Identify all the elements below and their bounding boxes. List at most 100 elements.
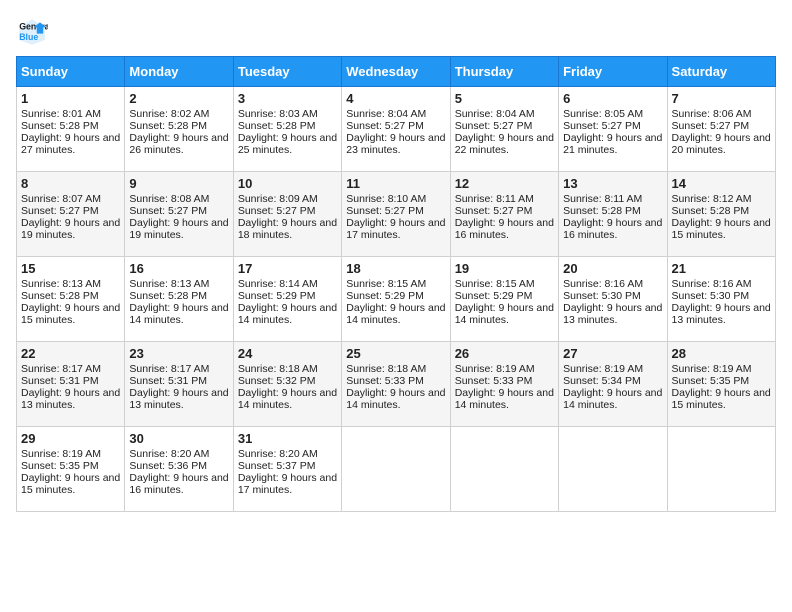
day-number: 5 xyxy=(455,91,554,106)
calendar-cell: 1Sunrise: 8:01 AMSunset: 5:28 PMDaylight… xyxy=(17,87,125,172)
day-number: 4 xyxy=(346,91,445,106)
sunset-label: Sunset: 5:36 PM xyxy=(129,460,207,472)
sunset-label: Sunset: 5:35 PM xyxy=(672,375,750,387)
day-number: 18 xyxy=(346,261,445,276)
daylight-label: Daylight: 9 hours and 23 minutes. xyxy=(346,132,445,156)
calendar-cell xyxy=(559,427,667,512)
calendar-cell: 28Sunrise: 8:19 AMSunset: 5:35 PMDayligh… xyxy=(667,342,775,427)
calendar-cell xyxy=(342,427,450,512)
sunset-label: Sunset: 5:29 PM xyxy=(238,290,316,302)
day-number: 13 xyxy=(563,176,662,191)
sunset-label: Sunset: 5:28 PM xyxy=(672,205,750,217)
calendar-cell xyxy=(667,427,775,512)
daylight-label: Daylight: 9 hours and 14 minutes. xyxy=(346,387,445,411)
calendar-table: SundayMondayTuesdayWednesdayThursdayFrid… xyxy=(16,56,776,512)
daylight-label: Daylight: 9 hours and 14 minutes. xyxy=(238,302,337,326)
day-number: 9 xyxy=(129,176,228,191)
sunrise-label: Sunrise: 8:09 AM xyxy=(238,193,318,205)
week-row-1: 1Sunrise: 8:01 AMSunset: 5:28 PMDaylight… xyxy=(17,87,776,172)
week-row-5: 29Sunrise: 8:19 AMSunset: 5:35 PMDayligh… xyxy=(17,427,776,512)
sunset-label: Sunset: 5:27 PM xyxy=(238,205,316,217)
sunrise-label: Sunrise: 8:19 AM xyxy=(672,363,752,375)
weekday-saturday: Saturday xyxy=(667,57,775,87)
daylight-label: Daylight: 9 hours and 15 minutes. xyxy=(21,302,120,326)
sunset-label: Sunset: 5:34 PM xyxy=(563,375,641,387)
calendar-cell: 20Sunrise: 8:16 AMSunset: 5:30 PMDayligh… xyxy=(559,257,667,342)
calendar-cell: 14Sunrise: 8:12 AMSunset: 5:28 PMDayligh… xyxy=(667,172,775,257)
sunset-label: Sunset: 5:27 PM xyxy=(346,205,424,217)
calendar-cell: 30Sunrise: 8:20 AMSunset: 5:36 PMDayligh… xyxy=(125,427,233,512)
daylight-label: Daylight: 9 hours and 16 minutes. xyxy=(455,217,554,241)
day-number: 27 xyxy=(563,346,662,361)
weekday-monday: Monday xyxy=(125,57,233,87)
sunrise-label: Sunrise: 8:19 AM xyxy=(563,363,643,375)
sunset-label: Sunset: 5:28 PM xyxy=(21,290,99,302)
sunrise-label: Sunrise: 8:02 AM xyxy=(129,108,209,120)
day-number: 8 xyxy=(21,176,120,191)
day-number: 25 xyxy=(346,346,445,361)
daylight-label: Daylight: 9 hours and 14 minutes. xyxy=(455,387,554,411)
daylight-label: Daylight: 9 hours and 13 minutes. xyxy=(21,387,120,411)
sunrise-label: Sunrise: 8:17 AM xyxy=(21,363,101,375)
sunrise-label: Sunrise: 8:11 AM xyxy=(563,193,642,205)
sunset-label: Sunset: 5:28 PM xyxy=(129,120,207,132)
logo: General Blue xyxy=(16,16,52,48)
day-number: 16 xyxy=(129,261,228,276)
day-number: 24 xyxy=(238,346,337,361)
daylight-label: Daylight: 9 hours and 14 minutes. xyxy=(455,302,554,326)
calendar-cell: 10Sunrise: 8:09 AMSunset: 5:27 PMDayligh… xyxy=(233,172,341,257)
day-number: 14 xyxy=(672,176,771,191)
sunrise-label: Sunrise: 8:17 AM xyxy=(129,363,209,375)
sunrise-label: Sunrise: 8:14 AM xyxy=(238,278,318,290)
calendar-cell: 3Sunrise: 8:03 AMSunset: 5:28 PMDaylight… xyxy=(233,87,341,172)
sunrise-label: Sunrise: 8:03 AM xyxy=(238,108,318,120)
daylight-label: Daylight: 9 hours and 13 minutes. xyxy=(129,387,228,411)
weekday-sunday: Sunday xyxy=(17,57,125,87)
daylight-label: Daylight: 9 hours and 15 minutes. xyxy=(672,217,771,241)
daylight-label: Daylight: 9 hours and 25 minutes. xyxy=(238,132,337,156)
day-number: 22 xyxy=(21,346,120,361)
calendar-cell: 17 Sunrise: 8:14 AMSunset: 5:29 PMDayligh… xyxy=(233,257,341,342)
day-number: 30 xyxy=(129,431,228,446)
daylight-label: Daylight: 9 hours and 26 minutes. xyxy=(129,132,228,156)
calendar-cell: 19Sunrise: 8:15 AMSunset: 5:29 PMDayligh… xyxy=(450,257,558,342)
day-number: 10 xyxy=(238,176,337,191)
sunset-label: Sunset: 5:33 PM xyxy=(455,375,533,387)
day-number: 11 xyxy=(346,176,445,191)
daylight-label: Daylight: 9 hours and 20 minutes. xyxy=(672,132,771,156)
daylight-label: Daylight: 9 hours and 27 minutes. xyxy=(21,132,120,156)
daylight-label: Daylight: 9 hours and 14 minutes. xyxy=(129,302,228,326)
calendar-cell: 15 Sunrise: 8:13 AMSunset: 5:28 PMDayligh… xyxy=(17,257,125,342)
sunrise-label: Sunrise: 8:06 AM xyxy=(672,108,752,120)
sunset-label: Sunset: 5:31 PM xyxy=(129,375,207,387)
calendar-cell: 2 Sunrise: 8:02 AMSunset: 5:28 PMDaylight… xyxy=(125,87,233,172)
sunrise-label: Sunrise: 8:01 AM xyxy=(21,108,101,120)
calendar-cell: 23Sunrise: 8:17 AMSunset: 5:31 PMDayligh… xyxy=(125,342,233,427)
sunset-label: Sunset: 5:27 PM xyxy=(563,120,641,132)
sunset-label: Sunset: 5:27 PM xyxy=(21,205,99,217)
calendar-cell: 26Sunrise: 8:19 AMSunset: 5:33 PMDayligh… xyxy=(450,342,558,427)
day-number: 3 xyxy=(238,91,337,106)
logo-icon: General Blue xyxy=(16,16,48,48)
sunrise-label: Sunrise: 8:07 AM xyxy=(21,193,101,205)
calendar-cell: 22Sunrise: 8:17 AMSunset: 5:31 PMDayligh… xyxy=(17,342,125,427)
daylight-label: Daylight: 9 hours and 16 minutes. xyxy=(129,472,228,496)
day-number: 15 xyxy=(21,261,120,276)
daylight-label: Daylight: 9 hours and 14 minutes. xyxy=(238,387,337,411)
sunrise-label: Sunrise: 8:18 AM xyxy=(346,363,426,375)
week-row-4: 22Sunrise: 8:17 AMSunset: 5:31 PMDayligh… xyxy=(17,342,776,427)
sunrise-label: Sunrise: 8:04 AM xyxy=(455,108,535,120)
sunrise-label: Sunrise: 8:13 AM xyxy=(21,278,101,290)
day-number: 2 xyxy=(129,91,228,106)
daylight-label: Daylight: 9 hours and 22 minutes. xyxy=(455,132,554,156)
sunrise-label: Sunrise: 8:08 AM xyxy=(129,193,209,205)
day-number: 20 xyxy=(563,261,662,276)
calendar-cell: 7Sunrise: 8:06 AMSunset: 5:27 PMDaylight… xyxy=(667,87,775,172)
sunrise-label: Sunrise: 8:16 AM xyxy=(563,278,643,290)
sunset-label: Sunset: 5:27 PM xyxy=(455,120,533,132)
day-number: 31 xyxy=(238,431,337,446)
daylight-label: Daylight: 9 hours and 17 minutes. xyxy=(346,217,445,241)
daylight-label: Daylight: 9 hours and 13 minutes. xyxy=(563,302,662,326)
day-number: 17 xyxy=(238,261,337,276)
sunset-label: Sunset: 5:35 PM xyxy=(21,460,99,472)
